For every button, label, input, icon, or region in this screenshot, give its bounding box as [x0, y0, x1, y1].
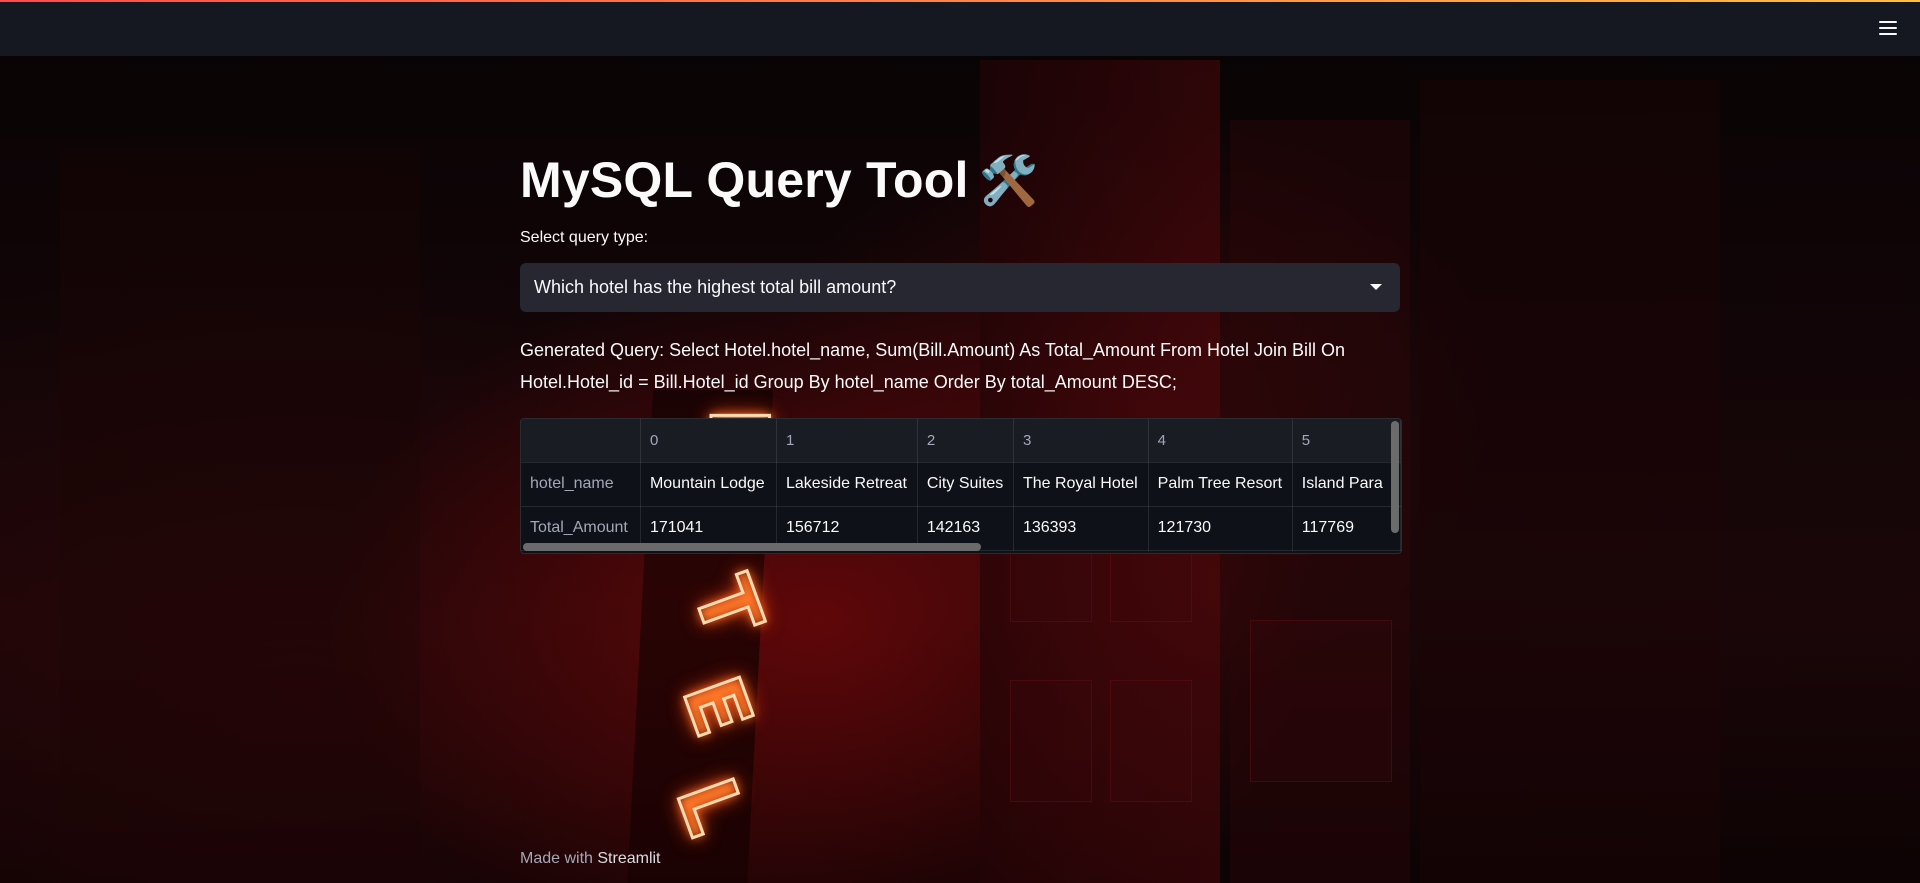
vertical-scrollbar[interactable]: [1391, 420, 1399, 533]
table-cell[interactable]: The Royal Hotel: [1013, 462, 1149, 507]
column-header[interactable]: 0: [640, 418, 777, 463]
hammer-wrench-icon: 🛠️: [978, 153, 1039, 209]
table-cell[interactable]: Lakeside Retreat: [776, 462, 918, 507]
column-header[interactable]: 3: [1013, 418, 1149, 463]
table-cell[interactable]: 117769: [1292, 506, 1401, 551]
result-table: 0 1 2 3 4 5 hotel_name Mountain Lodge La…: [521, 418, 1401, 551]
table-cell[interactable]: Island Para: [1292, 462, 1401, 507]
header-accent-line: [0, 0, 1920, 2]
main-container: MySQL Query Tool 🛠️ Select query type: Wh…: [520, 150, 1402, 554]
streamlit-link[interactable]: Streamlit: [597, 850, 660, 867]
chevron-down-icon[interactable]: [1370, 283, 1382, 290]
column-header[interactable]: 5: [1292, 418, 1401, 463]
column-header[interactable]: 2: [917, 418, 1014, 463]
column-header[interactable]: 1: [776, 418, 918, 463]
hamburger-menu-icon[interactable]: [1876, 16, 1900, 40]
footer-prefix: Made with: [520, 850, 593, 867]
table-header-row: 0 1 2 3 4 5: [521, 418, 1401, 463]
footer: Made with Streamlit: [520, 850, 661, 868]
background-window: [1250, 620, 1392, 782]
page-title-text: MySQL Query Tool: [520, 152, 969, 208]
select-value: Which hotel has the highest total bill a…: [534, 276, 897, 297]
result-dataframe[interactable]: 0 1 2 3 4 5 hotel_name Mountain Lodge La…: [520, 417, 1402, 554]
page-title: MySQL Query Tool 🛠️: [520, 150, 1400, 211]
background-building: [60, 150, 420, 883]
table-cell[interactable]: 121730: [1148, 506, 1293, 551]
background-window: [1110, 680, 1192, 802]
app-header: [0, 0, 1920, 56]
background-building: [1420, 80, 1720, 883]
table-cell[interactable]: City Suites: [917, 462, 1014, 507]
table-cell[interactable]: Mountain Lodge: [640, 462, 777, 507]
horizontal-scrollbar[interactable]: [523, 542, 981, 551]
column-header[interactable]: [521, 418, 641, 463]
select-label: Select query type:: [520, 228, 649, 246]
table-cell[interactable]: Palm Tree Resort: [1148, 462, 1293, 507]
column-header[interactable]: 4: [1148, 418, 1293, 463]
row-index-label: hotel_name: [521, 462, 641, 507]
table-row: hotel_name Mountain Lodge Lakeside Retre…: [521, 462, 1401, 507]
background-window: [1010, 680, 1092, 802]
generated-query-text: Generated Query: Select Hotel.hotel_name…: [520, 339, 1346, 392]
query-type-select[interactable]: Which hotel has the highest total bill a…: [520, 262, 1400, 312]
table-cell[interactable]: 136393: [1013, 506, 1149, 551]
